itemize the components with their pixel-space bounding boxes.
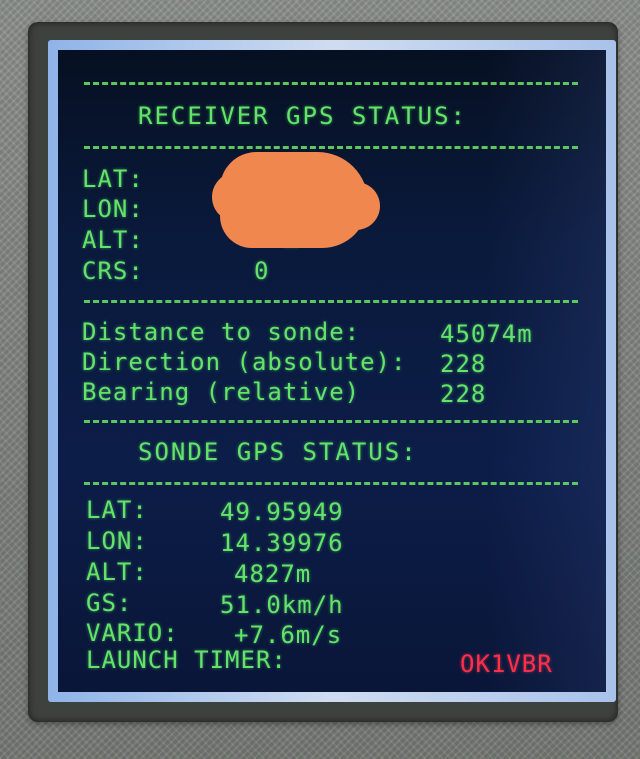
divider <box>84 82 578 85</box>
launch-timer-label: LAUNCH TIMER: <box>86 646 287 674</box>
receiver-title: RECEIVER GPS STATUS: <box>138 102 467 130</box>
lcd-screen: RECEIVER GPS STATUS: LAT: 5 4 LON: 1 ALT… <box>58 50 606 692</box>
distance-value: 45074m <box>440 320 533 348</box>
receiver-crs-value: 0 <box>254 257 270 285</box>
sonde-gs-value: 51.0km/h <box>220 591 344 619</box>
sonde-alt-value: 4827m <box>234 560 312 588</box>
receiver-lon-label: LON: <box>82 195 144 223</box>
divider <box>84 300 578 303</box>
sonde-vario-label: VARIO: <box>86 619 179 647</box>
receiver-lat-label: LAT: <box>82 165 144 193</box>
sonde-title: SONDE GPS STATUS: <box>138 438 418 466</box>
direction-label: Direction (absolute): <box>82 348 407 376</box>
redaction-blot <box>212 152 380 248</box>
callsign: OK1VBR <box>460 650 553 678</box>
sonde-alt-label: ALT: <box>86 558 148 586</box>
sonde-gs-label: GS: <box>86 589 133 617</box>
sonde-lat-label: LAT: <box>86 496 148 524</box>
divider <box>84 482 578 485</box>
sonde-lat-value: 49.95949 <box>220 498 344 526</box>
receiver-alt-label: ALT: <box>82 226 144 254</box>
sonde-vario-value: +7.6m/s <box>234 621 343 649</box>
receiver-crs-label: CRS: <box>82 257 144 285</box>
divider <box>84 146 578 149</box>
bearing-value: 228 <box>440 380 487 408</box>
bearing-label: Bearing (relative) <box>82 378 361 406</box>
divider <box>84 420 578 423</box>
distance-label: Distance to sonde: <box>82 318 361 346</box>
direction-value: 228 <box>440 350 487 378</box>
sonde-lon-value: 14.39976 <box>220 529 344 557</box>
sonde-lon-label: LON: <box>86 527 148 555</box>
